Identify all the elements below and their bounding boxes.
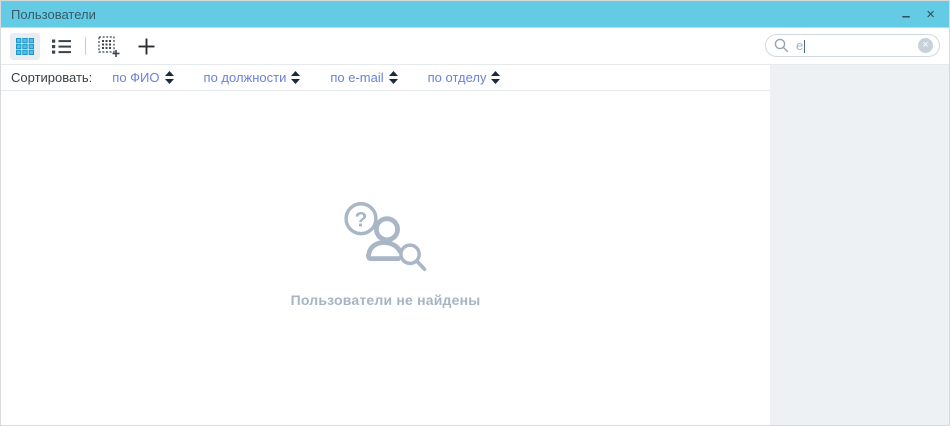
- sort-arrows-icon: [165, 71, 174, 84]
- sort-bar: Сортировать: по ФИО по должности по e-ma…: [1, 65, 770, 91]
- empty-state: ? Пользователи не найдены: [1, 196, 770, 308]
- grid-view-icon: [16, 38, 34, 55]
- sort-link-label: по e-mail: [330, 70, 383, 85]
- users-window: Пользователи – ×: [0, 0, 950, 426]
- sort-by-department[interactable]: по отделу: [428, 70, 501, 85]
- window-controls: – ×: [902, 7, 935, 22]
- content-area: Сортировать: по ФИО по должности по e-ma…: [1, 65, 770, 425]
- minimize-button[interactable]: –: [902, 9, 910, 24]
- sort-by-email[interactable]: по e-mail: [330, 70, 397, 85]
- sort-arrows-icon: [291, 71, 300, 84]
- toolbar-separator: [85, 37, 86, 55]
- search-input[interactable]: [796, 38, 918, 53]
- sort-by-position[interactable]: по должности: [204, 70, 301, 85]
- search-icon: [774, 38, 789, 53]
- svg-text:?: ?: [354, 208, 367, 231]
- plus-icon: [138, 38, 155, 55]
- list-view-icon: [52, 38, 72, 55]
- sort-link-label: по отделу: [428, 70, 487, 85]
- sort-label: Сортировать:: [11, 70, 92, 85]
- add-group-button[interactable]: [94, 33, 124, 60]
- close-button[interactable]: ×: [926, 7, 935, 22]
- main-area: Сортировать: по ФИО по должности по e-ma…: [1, 64, 949, 425]
- sort-by-name[interactable]: по ФИО: [112, 70, 173, 85]
- list-view-button[interactable]: [47, 33, 77, 60]
- add-user-button[interactable]: [131, 33, 161, 60]
- search-box[interactable]: ×: [765, 34, 940, 57]
- add-group-icon: [98, 36, 121, 57]
- sort-link-label: по ФИО: [112, 70, 159, 85]
- toolbar: ×: [1, 28, 949, 64]
- grid-view-button[interactable]: [10, 33, 40, 60]
- titlebar: Пользователи – ×: [1, 1, 949, 28]
- text-caret: [804, 40, 805, 53]
- details-panel: [770, 65, 949, 425]
- sort-link-label: по должности: [204, 70, 287, 85]
- empty-state-message: Пользователи не найдены: [291, 292, 481, 308]
- window-title: Пользователи: [11, 7, 96, 22]
- clear-search-button[interactable]: ×: [918, 38, 933, 53]
- sort-arrows-icon: [491, 71, 500, 84]
- user-not-found-icon: ?: [336, 196, 436, 276]
- sort-arrows-icon: [389, 71, 398, 84]
